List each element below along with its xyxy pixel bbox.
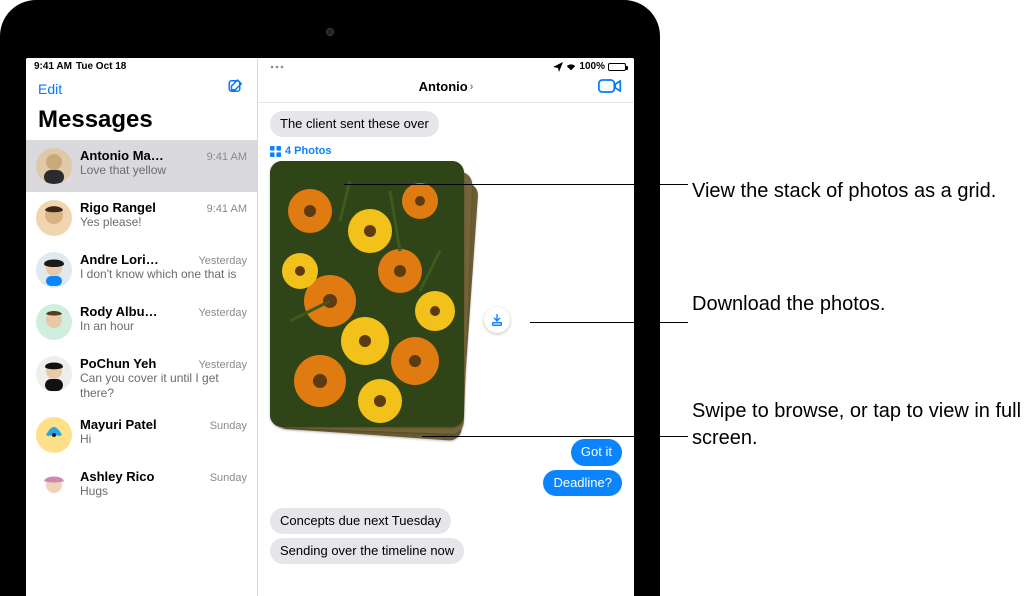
stacked-photo-front[interactable] <box>270 161 464 427</box>
callout-download: Download the photos. <box>692 291 1022 318</box>
front-camera <box>326 28 334 36</box>
incoming-message[interactable]: Concepts due next Tuesday <box>270 508 451 534</box>
avatar <box>36 469 72 505</box>
video-icon <box>598 77 622 95</box>
compose-icon <box>227 77 245 95</box>
conversation-time: 9:41 AM <box>207 151 247 163</box>
conversation-time: Yesterday <box>198 359 247 371</box>
conversation-name: Rigo Rangel <box>80 200 156 215</box>
download-icon <box>490 313 504 327</box>
status-bar-right: 100% <box>258 58 634 75</box>
location-icon <box>553 62 563 72</box>
avatar <box>36 304 72 340</box>
conversation-time: Sunday <box>210 472 247 484</box>
status-bar-left: 9:41 AM Tue Oct 18 <box>26 58 257 75</box>
conversation-name: Ashley Rico <box>80 469 154 484</box>
screen: 9:41 AM Tue Oct 18 Edit Messages Anton <box>26 58 634 596</box>
avatar <box>36 252 72 288</box>
messages-title: Messages <box>26 104 257 140</box>
annotation-callouts: View the stack of photos as a grid. Down… <box>692 178 1022 538</box>
conversation-preview: Hugs <box>80 484 247 499</box>
conversation-time: Sunday <box>210 420 247 432</box>
status-date: Tue Oct 18 <box>76 61 126 72</box>
avatar <box>36 200 72 236</box>
outgoing-message[interactable]: Deadline? <box>543 470 622 496</box>
sidebar-header: Edit <box>26 75 257 104</box>
conversation-item[interactable]: Mayuri Patel Sunday Hi <box>26 409 257 461</box>
conversation-preview: Love that yellow <box>80 163 247 178</box>
thread-pane: 100% Antonio › The client sent these ove… <box>258 58 634 596</box>
conversation-preview: I don't know which one that is <box>80 267 247 282</box>
conversation-name: Rody Albu… <box>80 304 158 319</box>
conversation-item[interactable]: Antonio Ma… 9:41 AM Love that yellow <box>26 140 257 192</box>
compose-button[interactable] <box>227 77 245 100</box>
messages-sidebar: 9:41 AM Tue Oct 18 Edit Messages Anton <box>26 58 258 596</box>
conversation-name: Andre Lori… <box>80 252 159 267</box>
photos-grid-button[interactable]: 4 Photos <box>270 145 622 157</box>
conversation-item[interactable]: PoChun Yeh Yesterday Can you cover it un… <box>26 348 257 409</box>
callout-leader <box>344 184 688 185</box>
conversation-preview: Can you cover it until I get there? <box>80 371 247 401</box>
download-button[interactable] <box>484 307 510 333</box>
callout-grid: View the stack of photos as a grid. <box>692 178 1022 205</box>
conversation-time: Yesterday <box>198 307 247 319</box>
conversation-preview: In an hour <box>80 319 247 334</box>
conversation-name: Mayuri Patel <box>80 417 157 432</box>
contact-name: Antonio <box>419 79 468 94</box>
conversation-preview: Hi <box>80 432 247 447</box>
thread-header[interactable]: Antonio › <box>258 75 634 103</box>
callout-leader <box>422 436 688 437</box>
chevron-right-icon: › <box>470 81 474 93</box>
wifi-icon <box>566 62 576 72</box>
incoming-message[interactable]: The client sent these over <box>270 111 439 137</box>
message-thread[interactable]: The client sent these over 4 Photos <box>258 103 634 596</box>
conversation-preview: Yes please! <box>80 215 247 230</box>
facetime-button[interactable] <box>598 77 622 100</box>
more-icon[interactable] <box>270 62 284 72</box>
conversation-name: PoChun Yeh <box>80 356 156 371</box>
conversation-item[interactable]: Rody Albu… Yesterday In an hour <box>26 296 257 348</box>
conversation-list[interactable]: Antonio Ma… 9:41 AM Love that yellow Rig… <box>26 140 257 596</box>
conversation-name: Antonio Ma… <box>80 148 164 163</box>
conversation-item[interactable]: Rigo Rangel 9:41 AM Yes please! <box>26 192 257 244</box>
ipad-frame: 9:41 AM Tue Oct 18 Edit Messages Anton <box>0 0 660 596</box>
conversation-time: 9:41 AM <box>207 203 247 215</box>
conversation-time: Yesterday <box>198 255 247 267</box>
battery-percent: 100% <box>579 61 605 72</box>
avatar <box>36 356 72 392</box>
avatar <box>36 417 72 453</box>
outgoing-message[interactable]: Got it <box>571 439 622 465</box>
photos-count-label: 4 Photos <box>285 145 331 157</box>
photo-stack[interactable] <box>270 161 468 429</box>
grid-icon <box>270 146 281 157</box>
callout-browse: Swipe to browse, or tap to view in full … <box>692 398 1022 452</box>
battery-icon <box>608 63 626 71</box>
incoming-message[interactable]: Sending over the timeline now <box>270 538 464 564</box>
conversation-item[interactable]: Ashley Rico Sunday Hugs <box>26 461 257 513</box>
status-time: 9:41 AM <box>34 61 72 72</box>
callout-leader <box>530 322 688 323</box>
edit-button[interactable]: Edit <box>38 81 62 97</box>
conversation-item[interactable]: Andre Lori… Yesterday I don't know which… <box>26 244 257 296</box>
avatar <box>36 148 72 184</box>
